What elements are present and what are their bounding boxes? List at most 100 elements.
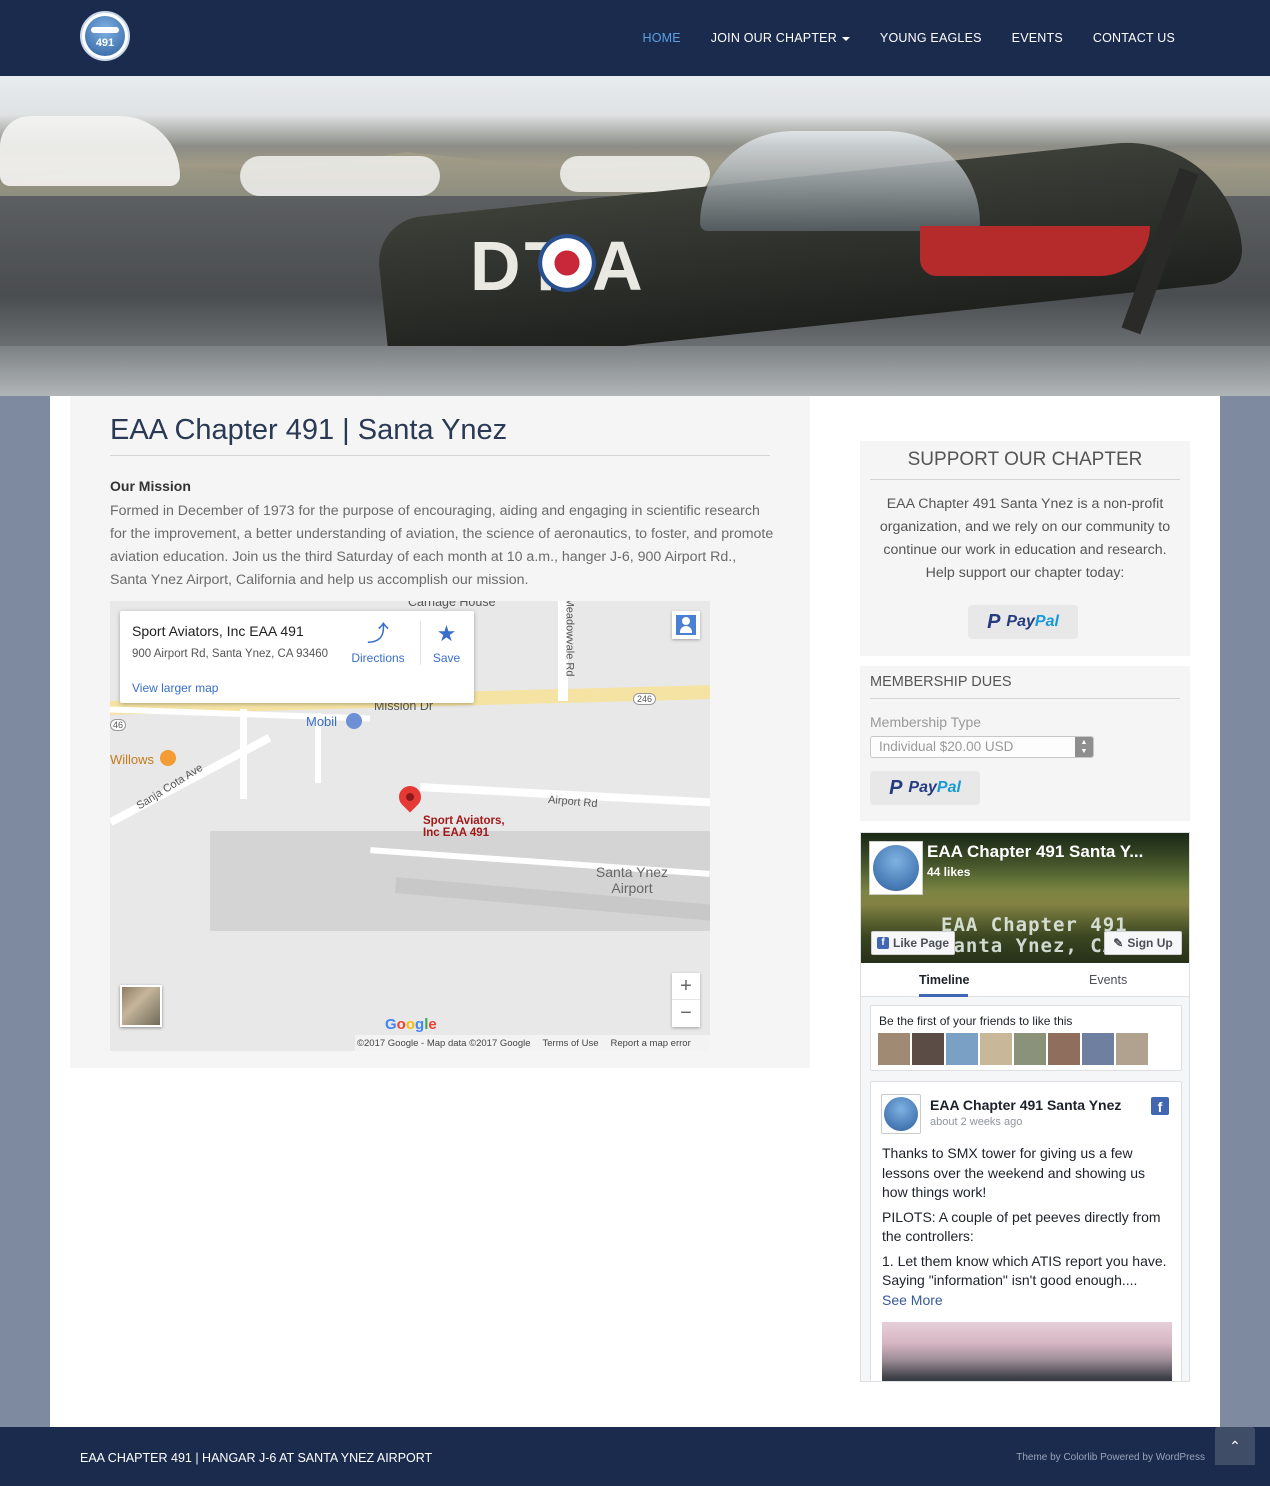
place-address: 900 Airport Rd, Santa Ynez, CA 93460 [132,648,329,660]
site-footer: EAA Chapter 491 | Hangar J-6 at Santa Yn… [0,1427,1270,1486]
map-label-willows: Willows [110,752,155,767]
friend-avatar[interactable] [912,1033,944,1065]
footer-site-info: EAA Chapter 491 | Hangar J-6 at Santa Yn… [80,1451,433,1465]
paypal-donate-button[interactable]: P PayPal [968,605,1078,639]
fb-post-time[interactable]: about 2 weeks ago [930,1116,1022,1128]
fb-likes-count: 44 likes [927,865,971,879]
chapter-logo[interactable]: 491 [80,11,130,61]
nav-item-contact-us[interactable]: Contact Us [1093,31,1175,45]
report-map-error-link[interactable]: Report a map error [610,1038,690,1049]
google-map[interactable]: Carriage House Meadowvale Rd Mission Dr … [110,601,710,1051]
map-pin-icon[interactable] [394,781,426,816]
select-arrows-icon: ▲ ▼ [1075,737,1093,757]
membership-type-select[interactable]: Individual $20.00 USD ▲ ▼ [870,736,1094,758]
google-logo-glyph: g [415,1016,425,1033]
fb-friends-box: Be the first of your friends to like thi… [870,1005,1182,1071]
paypal-dues-button[interactable]: P PayPal [870,771,980,805]
tab-timeline[interactable]: Timeline [919,973,969,987]
directions-button[interactable]: ⤴ Directions [348,621,408,665]
friend-avatar[interactable] [946,1033,978,1065]
fb-page-name[interactable]: EAA Chapter 491 Santa Y... [927,842,1143,862]
terms-of-use-link[interactable]: Terms of Use [543,1038,599,1049]
route-shield-246: 246 [633,693,657,705]
tab-events[interactable]: Events [1089,973,1127,987]
support-text: EAA Chapter 491 Santa Ynez is a non-prof… [879,496,1171,581]
fb-post-paragraph: PILOTS: A couple of pet peeves directly … [882,1208,1161,1245]
pegman-figure [676,615,696,635]
mission-text: Formed in December of 1973 for the purpo… [110,503,774,588]
street-view-pegman-icon[interactable] [672,611,700,639]
hero-parked-plane [560,156,710,192]
fb-like-page-label: Like Page [892,936,950,950]
fb-cover-line1: EAA Chapter 491 [941,914,1128,936]
zoom-control: + − [672,973,700,1027]
zoom-in-button[interactable]: + [672,973,700,1000]
map-label-sanja-cota: Sanja Cota Ave [134,761,206,813]
fb-sign-up-button[interactable]: ✎ Sign Up [1104,931,1182,955]
friend-avatar[interactable] [1082,1033,1114,1065]
marker-label-line1: Sport Aviators, [423,815,505,827]
map-label-airport: Santa Ynez Airport [580,864,684,896]
friend-avatar[interactable] [1048,1033,1080,1065]
map-label-airport-line2: Airport [611,880,653,896]
paypal-word-pay: Pay [908,779,937,796]
shark-mouth [920,226,1150,276]
fb-post: EAA Chapter 491 Santa Ynez about 2 weeks… [870,1081,1182,1381]
fb-like-page-button[interactable]: f Like Page [871,931,955,955]
google-logo: Google [385,1016,437,1033]
logo-plane-icon [91,27,119,33]
place-name: Sport Aviators, Inc EAA 491 [132,623,304,639]
route-shield-246: 46 [110,719,127,731]
marker-label-line2: Inc EAA 491 [423,827,490,839]
nav-item-events[interactable]: Events [1012,31,1063,45]
star-icon: ★ [436,621,457,646]
map-label-meadowvale: Meadowvale Rd [563,601,576,677]
fb-friends-text: Be the first of your friends to like thi… [879,1014,1073,1028]
map-label-mobil: Mobil [306,714,338,729]
friend-avatar[interactable] [1014,1033,1046,1065]
friend-avatar[interactable] [1116,1033,1148,1065]
map-copyright: ©2017 Google - Map data ©2017 Google [357,1037,531,1049]
mission-heading: Our Mission [110,478,191,494]
fb-tabs: Timeline Events [861,963,1189,997]
map-info-card: Sport Aviators, Inc EAA 491 900 Airport … [120,611,474,703]
fb-profile-picture[interactable] [869,841,923,895]
fb-post-avatar[interactable] [881,1094,921,1134]
fb-sign-up-label: Sign Up [1127,936,1173,950]
friend-avatar[interactable] [878,1033,910,1065]
caret-down-icon [841,36,850,41]
nav-item-home[interactable]: Home [642,31,680,45]
fb-post-paragraph: Thanks to SMX tower for giving us a few … [882,1145,1146,1200]
zoom-out-button[interactable]: − [672,1000,700,1027]
satellite-toggle[interactable] [120,985,162,1027]
hero-banner-image: DT A [0,76,1270,396]
facebook-page-widget: EAA Chapter 491 Santa Ynez, CA EAA Chapte… [860,832,1190,1382]
nav-item-young-eagles[interactable]: Young Eagles [880,31,982,45]
top-navbar: 491 Home Join Our Chapter Young Eagles E… [0,0,1270,76]
map-marker-label: Sport Aviators, Inc EAA 491 [423,815,505,839]
hero-warbird-canopy [700,131,980,231]
fb-post-logo [884,1097,918,1131]
see-more-link[interactable]: See More [882,1291,1172,1311]
footer-credits[interactable]: Theme by Colorlib Powered by WordPress [1016,1452,1205,1463]
fb-post-photo[interactable] [882,1322,1172,1381]
fb-cover-text: EAA Chapter 491 Santa Ynez, CA [941,915,1128,957]
nav-item-join-label: Join Our Chapter [710,31,837,45]
map-label-airport-line1: Santa Ynez [595,864,669,880]
hero-parked-plane [0,116,180,186]
back-to-top-button[interactable]: ⌃ [1215,1427,1255,1465]
dues-title: MEMBERSHIP DUES [870,674,1180,699]
directions-label: Directions [351,651,405,665]
view-larger-map-link[interactable]: View larger map [132,681,218,695]
map-pin-dot [406,793,414,801]
paypal-word-pay: Pay [1006,613,1035,630]
fb-friend-avatars [878,1033,1148,1065]
friend-avatar[interactable] [980,1033,1012,1065]
logo-number: 491 [95,37,115,49]
fb-post-author[interactable]: EAA Chapter 491 Santa Ynez [930,1097,1121,1113]
facebook-f-icon: f [876,937,889,949]
paypal-wordmark: PayPal [908,779,960,797]
map-attribution: ©2017 Google - Map data ©2017 Google Ter… [355,1035,710,1051]
nav-item-join-our-chapter[interactable]: Join Our Chapter [711,31,850,45]
save-button[interactable]: ★ Save [420,621,472,665]
